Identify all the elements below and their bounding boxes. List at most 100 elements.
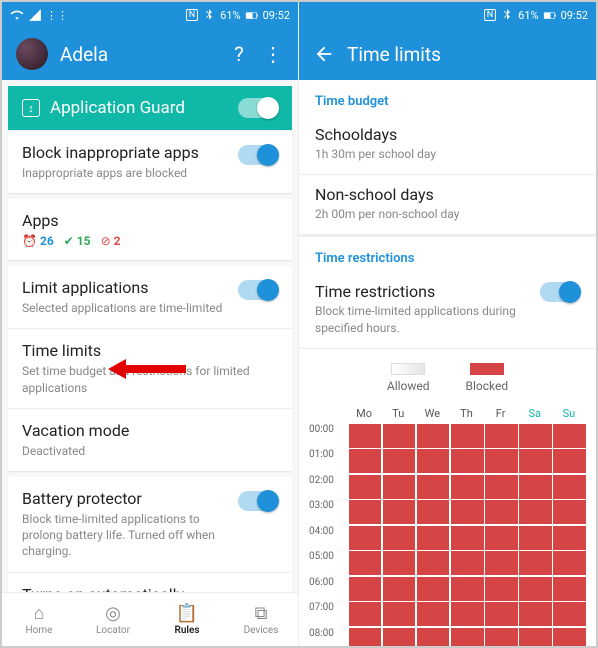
block-toggle[interactable]	[238, 145, 278, 165]
app-bar: Adela ? ⋮	[2, 28, 298, 80]
avatar[interactable]	[16, 38, 48, 70]
row-label: Limit applications	[22, 278, 228, 297]
schedule-cell[interactable]	[519, 602, 552, 626]
row-label: Schooldays	[315, 125, 580, 144]
guard-title: Application Guard	[50, 98, 228, 118]
schedule-cell[interactable]	[383, 628, 416, 646]
schedule-cell[interactable]	[383, 475, 416, 499]
schedule-cell[interactable]	[417, 424, 450, 448]
schedule-cell[interactable]	[451, 424, 484, 448]
schedule-grid[interactable]: Mo Tu We Th Fr Sa Su 00:0001:0002:0003:0…	[299, 403, 596, 646]
battery-percent: 61%	[220, 9, 240, 22]
schedule-cell[interactable]	[553, 551, 586, 575]
schedule-cell[interactable]	[485, 551, 518, 575]
phone-right-time-limits: N 61% 09:52 Time limits Time budget Scho…	[299, 2, 596, 646]
schedule-cell[interactable]	[553, 500, 586, 524]
schedule-cell[interactable]	[519, 424, 552, 448]
nav-rules[interactable]: 📋 Rules	[150, 593, 224, 646]
row-sub: Deactivated	[22, 443, 278, 459]
schedule-cell[interactable]	[349, 500, 382, 524]
row-vacation[interactable]: Vacation mode Deactivated	[8, 408, 292, 471]
back-button[interactable]	[313, 43, 335, 65]
application-guard-header[interactable]: ↕ Application Guard	[8, 86, 292, 130]
nav-locator[interactable]: ◎ Locator	[76, 593, 150, 646]
schedule-cell[interactable]	[519, 526, 552, 550]
day-su: Su	[552, 403, 586, 424]
schedule-cell[interactable]	[451, 449, 484, 473]
schedule-cell[interactable]	[349, 602, 382, 626]
schedule-cell[interactable]	[383, 424, 416, 448]
schedule-cell[interactable]	[519, 475, 552, 499]
schedule-cell[interactable]	[451, 500, 484, 524]
schedule-cell[interactable]	[519, 500, 552, 524]
row-apps[interactable]: Apps ⏰ 26 ✔ 15 ⊘ 2	[8, 199, 292, 260]
schedule-cell[interactable]	[451, 551, 484, 575]
row-auto-on[interactable]: Turns on automatically at 20% of battery…	[8, 572, 292, 593]
schedule-cell[interactable]	[383, 500, 416, 524]
schedule-cell[interactable]	[519, 551, 552, 575]
battery-toggle[interactable]	[238, 491, 278, 511]
limit-toggle[interactable]	[238, 280, 278, 300]
schedule-cell[interactable]	[485, 628, 518, 646]
schedule-cell[interactable]	[383, 526, 416, 550]
schedule-cell[interactable]	[553, 602, 586, 626]
schedule-cell[interactable]	[451, 475, 484, 499]
schedule-cell[interactable]	[553, 628, 586, 646]
row-time-restrictions[interactable]: Time restrictions Block time-limited app…	[299, 272, 596, 348]
schedule-cell[interactable]	[349, 424, 382, 448]
schedule-cell[interactable]	[349, 551, 382, 575]
schedule-cell[interactable]	[451, 602, 484, 626]
schedule-cell[interactable]	[417, 577, 450, 601]
schedule-cell[interactable]	[383, 577, 416, 601]
guard-toggle[interactable]	[238, 98, 278, 118]
schedule-cell[interactable]	[553, 526, 586, 550]
schedule-cell[interactable]	[417, 551, 450, 575]
schedule-cell[interactable]	[417, 475, 450, 499]
schedule-cell[interactable]	[485, 500, 518, 524]
schedule-cell[interactable]	[485, 577, 518, 601]
battery-icon	[245, 8, 259, 22]
row-non-school-days[interactable]: Non-school days 2h 00m per non-school da…	[299, 175, 596, 235]
schedule-cell[interactable]	[417, 628, 450, 646]
schedule-cell[interactable]	[383, 449, 416, 473]
schedule-cell[interactable]	[451, 628, 484, 646]
schedule-cell[interactable]	[417, 602, 450, 626]
schedule-cell[interactable]	[553, 475, 586, 499]
nav-devices[interactable]: ⧉ Devices	[224, 593, 298, 646]
day-th: Th	[449, 403, 483, 424]
schedule-cell[interactable]	[383, 551, 416, 575]
schedule-cell[interactable]	[349, 449, 382, 473]
row-block-inappropriate[interactable]: Block inappropriate apps Inappropriate a…	[8, 130, 292, 193]
schedule-cell[interactable]	[485, 602, 518, 626]
schedule-cell[interactable]	[349, 628, 382, 646]
schedule-cell[interactable]	[553, 577, 586, 601]
row-limit-apps[interactable]: Limit applications Selected applications…	[8, 266, 292, 328]
schedule-cell[interactable]	[383, 602, 416, 626]
help-button[interactable]: ?	[228, 43, 250, 65]
row-schooldays[interactable]: Schooldays 1h 30m per school day	[299, 115, 596, 175]
schedule-cell[interactable]	[485, 526, 518, 550]
nav-home[interactable]: ⌂ Home	[2, 593, 76, 646]
schedule-cell[interactable]	[519, 577, 552, 601]
schedule-cell[interactable]	[349, 577, 382, 601]
schedule-cell[interactable]	[553, 449, 586, 473]
schedule-cell[interactable]	[417, 526, 450, 550]
schedule-cell[interactable]	[485, 449, 518, 473]
main-scroll[interactable]: Time budget Schooldays 1h 30m per school…	[299, 80, 596, 646]
main-scroll[interactable]: ↕ Application Guard Block inappropriate …	[2, 80, 298, 592]
schedule-cell[interactable]	[451, 577, 484, 601]
schedule-cell[interactable]	[553, 424, 586, 448]
schedule-cell[interactable]	[417, 449, 450, 473]
schedule-cell[interactable]	[485, 475, 518, 499]
row-time-limits[interactable]: Time limits Set time budget and restrict…	[8, 328, 292, 407]
schedule-cell[interactable]	[349, 526, 382, 550]
schedule-cell[interactable]	[349, 475, 382, 499]
schedule-cell[interactable]	[485, 424, 518, 448]
row-battery-protector[interactable]: Battery protector Block time-limited app…	[8, 477, 292, 572]
schedule-cell[interactable]	[519, 449, 552, 473]
menu-button[interactable]: ⋮	[262, 43, 284, 65]
schedule-cell[interactable]	[519, 628, 552, 646]
schedule-cell[interactable]	[417, 500, 450, 524]
restrictions-toggle[interactable]	[540, 282, 580, 302]
schedule-cell[interactable]	[451, 526, 484, 550]
